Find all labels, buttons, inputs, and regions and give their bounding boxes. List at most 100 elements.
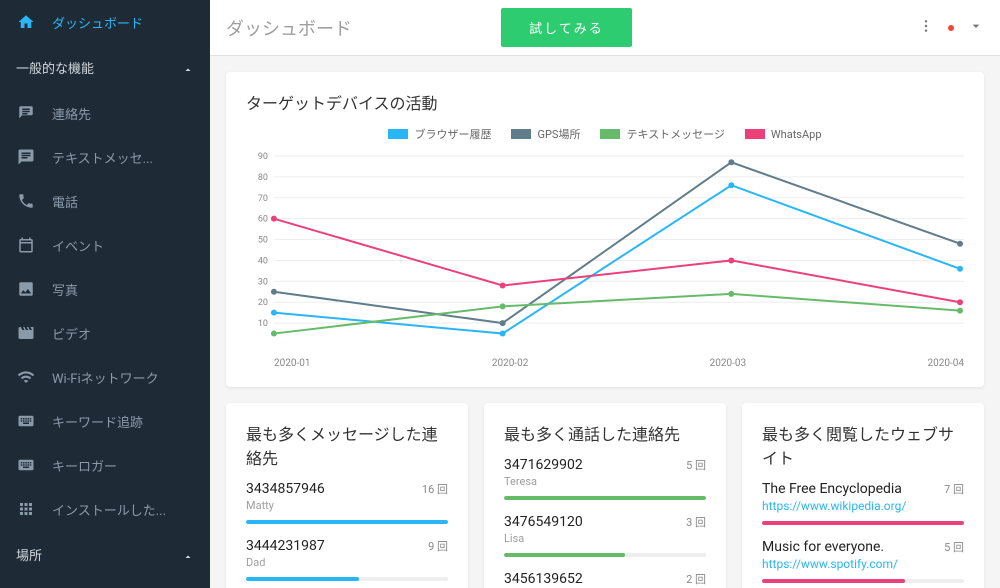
list-item[interactable]: The Free Encyclopedia 7 回 https://www.wiki… <box>762 481 964 525</box>
sidebar-item[interactable]: 写真 <box>0 267 210 311</box>
sidebar-item-label: 電話 <box>52 192 78 211</box>
top-calls-card: 最も多く通話した連絡先 34716299025 回Teresa 3476549120… <box>484 403 726 588</box>
sidebar-item-label: キーワード追跡 <box>52 412 143 431</box>
legend-swatch <box>511 129 531 139</box>
item-count: 5 回 <box>944 539 964 555</box>
card-title: 最も多く閲覧したウェブサイト <box>762 421 964 469</box>
legend-item[interactable]: ブラウザー履歴 <box>388 126 491 142</box>
progress-bar <box>762 521 964 525</box>
menu-icon <box>16 499 36 519</box>
header-actions <box>918 18 984 38</box>
top-messages-card: 最も多くメッセージした連絡先343485794616 回Matty3444231… <box>226 403 468 588</box>
item-secondary: Teresa <box>504 475 706 488</box>
sidebar-item[interactable]: 電話 <box>0 179 210 223</box>
item-count: 16 回 <box>422 481 448 497</box>
home-icon <box>16 12 36 32</box>
item-primary: The Free Encyclopedia <box>762 481 902 497</box>
list-item[interactable]: 3476549120 3 回 Lisa <box>504 514 706 557</box>
item-count: 2 回 <box>686 571 706 587</box>
legend-label: テキストメッセージ <box>626 126 724 142</box>
section-label: 場所 <box>16 545 42 564</box>
svg-text:10: 10 <box>258 319 268 329</box>
legend-swatch <box>388 129 408 139</box>
more-icon[interactable] <box>918 18 934 38</box>
sidebar-item[interactable]: ビデオ <box>0 311 210 355</box>
svg-text:60: 60 <box>258 215 268 225</box>
menu-icon <box>16 279 36 299</box>
legend-item[interactable]: GPS場所 <box>511 126 580 142</box>
activity-chart-card: ターゲットデバイスの活動 ブラウザー履歴 GPS場所 テキストメッセージ WhatsA… <box>226 72 984 387</box>
x-tick: 2020-01 <box>274 358 310 369</box>
main-content: ダッシュボード 試してみる ターゲットデバイスの活動 ブラウザー履歴 GPS場所 テ… <box>210 0 1000 588</box>
chevron-down-icon[interactable] <box>968 18 984 38</box>
item-count: 9 回 <box>428 538 448 554</box>
sidebar-item-label: ビデオ <box>52 324 91 343</box>
chart-legend: ブラウザー履歴 GPS場所 テキストメッセージ WhatsApp <box>246 126 964 142</box>
sidebar-item[interactable]: キーワード追跡 <box>0 399 210 443</box>
sidebar-item[interactable]: インストールした... <box>0 487 210 531</box>
sidebar-item-label: インストールした... <box>52 500 166 519</box>
progress-bar <box>246 520 448 524</box>
sidebar-item[interactable]: キーロガー <box>0 443 210 487</box>
progress-bar <box>762 579 964 583</box>
list-item[interactable]: Music for everyone.5 回https://www.spotif… <box>762 539 964 583</box>
card-title: ターゲットデバイスの活動 <box>246 90 964 114</box>
menu-icon <box>16 367 36 387</box>
item-secondary: https://www.wikipedia.org/ <box>762 499 964 513</box>
sidebar-item[interactable]: イベント <box>0 223 210 267</box>
item-primary: 3476549120 <box>504 514 583 530</box>
card-title: 最も多く通話した連絡先 <box>504 421 706 445</box>
list-item[interactable]: 34442319879 回Dad <box>246 538 448 581</box>
sidebar-item[interactable]: GPS場所 <box>0 578 210 588</box>
sidebar-item-label: イベント <box>52 236 104 255</box>
legend-swatch <box>600 129 620 139</box>
line-chart: 102030405060708090 <box>246 150 964 350</box>
item-secondary: Dad <box>246 556 448 569</box>
list-item[interactable]: 34716299025 回Teresa <box>504 457 706 500</box>
top-websites-card: 最も多く閲覧したウェブサイト The Free Encyclopedia 7 回 ht… <box>742 403 984 588</box>
sidebar-section-location[interactable]: 場所 <box>0 531 210 578</box>
sidebar-item[interactable]: Wi-Fiネットワーク <box>0 355 210 399</box>
list-item[interactable]: 3434857946 16 回 Matty <box>246 481 448 524</box>
legend-item[interactable]: テキストメッセージ <box>600 126 724 142</box>
item-count: 7 回 <box>944 481 964 497</box>
menu-icon <box>16 323 36 343</box>
menu-icon <box>16 147 36 167</box>
item-secondary: Matty <box>246 499 448 512</box>
list-item[interactable]: 34561396522 回Jessica <box>504 571 706 588</box>
svg-text:70: 70 <box>258 194 268 204</box>
page-title: ダッシュボード <box>226 15 352 41</box>
item-primary: 3434857946 <box>246 481 325 497</box>
sidebar-item-label: テキストメッセ... <box>52 148 153 167</box>
sidebar-section-general[interactable]: 一般的な機能 <box>0 44 210 91</box>
menu-icon <box>16 191 36 211</box>
legend-label: GPS場所 <box>537 126 580 142</box>
progress-bar <box>246 577 448 581</box>
card-title: 最も多くメッセージした連絡先 <box>246 421 448 469</box>
sidebar-item-dashboard[interactable]: ダッシュボード <box>0 0 210 44</box>
menu-icon <box>16 103 36 123</box>
chart-x-labels: 2020-01 2020-02 2020-03 2020-04 <box>246 354 964 369</box>
svg-text:80: 80 <box>258 173 268 183</box>
svg-text:30: 30 <box>258 277 268 287</box>
svg-text:40: 40 <box>258 256 268 266</box>
sidebar: ダッシュボード 一般的な機能 連絡先テキストメッセ... 電話イベント写真ビデオ W… <box>0 0 210 588</box>
progress-bar <box>504 496 706 500</box>
sidebar-item-label: Wi-Fiネットワーク <box>52 368 159 387</box>
legend-item[interactable]: WhatsApp <box>745 126 822 142</box>
x-tick: 2020-03 <box>710 358 746 369</box>
content-area: ターゲットデバイスの活動 ブラウザー履歴 GPS場所 テキストメッセージ WhatsA… <box>210 56 1000 588</box>
svg-text:20: 20 <box>258 298 268 308</box>
x-tick: 2020-02 <box>492 358 528 369</box>
item-secondary: Lisa <box>504 532 706 545</box>
sidebar-item-label: ダッシュボード <box>52 13 143 32</box>
sidebar-item-label: 連絡先 <box>52 104 91 123</box>
sidebar-item-label: 写真 <box>52 280 78 299</box>
sidebar-item[interactable]: 連絡先 <box>0 91 210 135</box>
menu-icon <box>16 235 36 255</box>
sidebar-item[interactable]: テキストメッセ... <box>0 135 210 179</box>
try-button[interactable]: 試してみる <box>501 8 632 47</box>
legend-swatch <box>745 129 765 139</box>
x-tick: 2020-04 <box>927 358 963 369</box>
item-count: 3 回 <box>686 514 706 530</box>
